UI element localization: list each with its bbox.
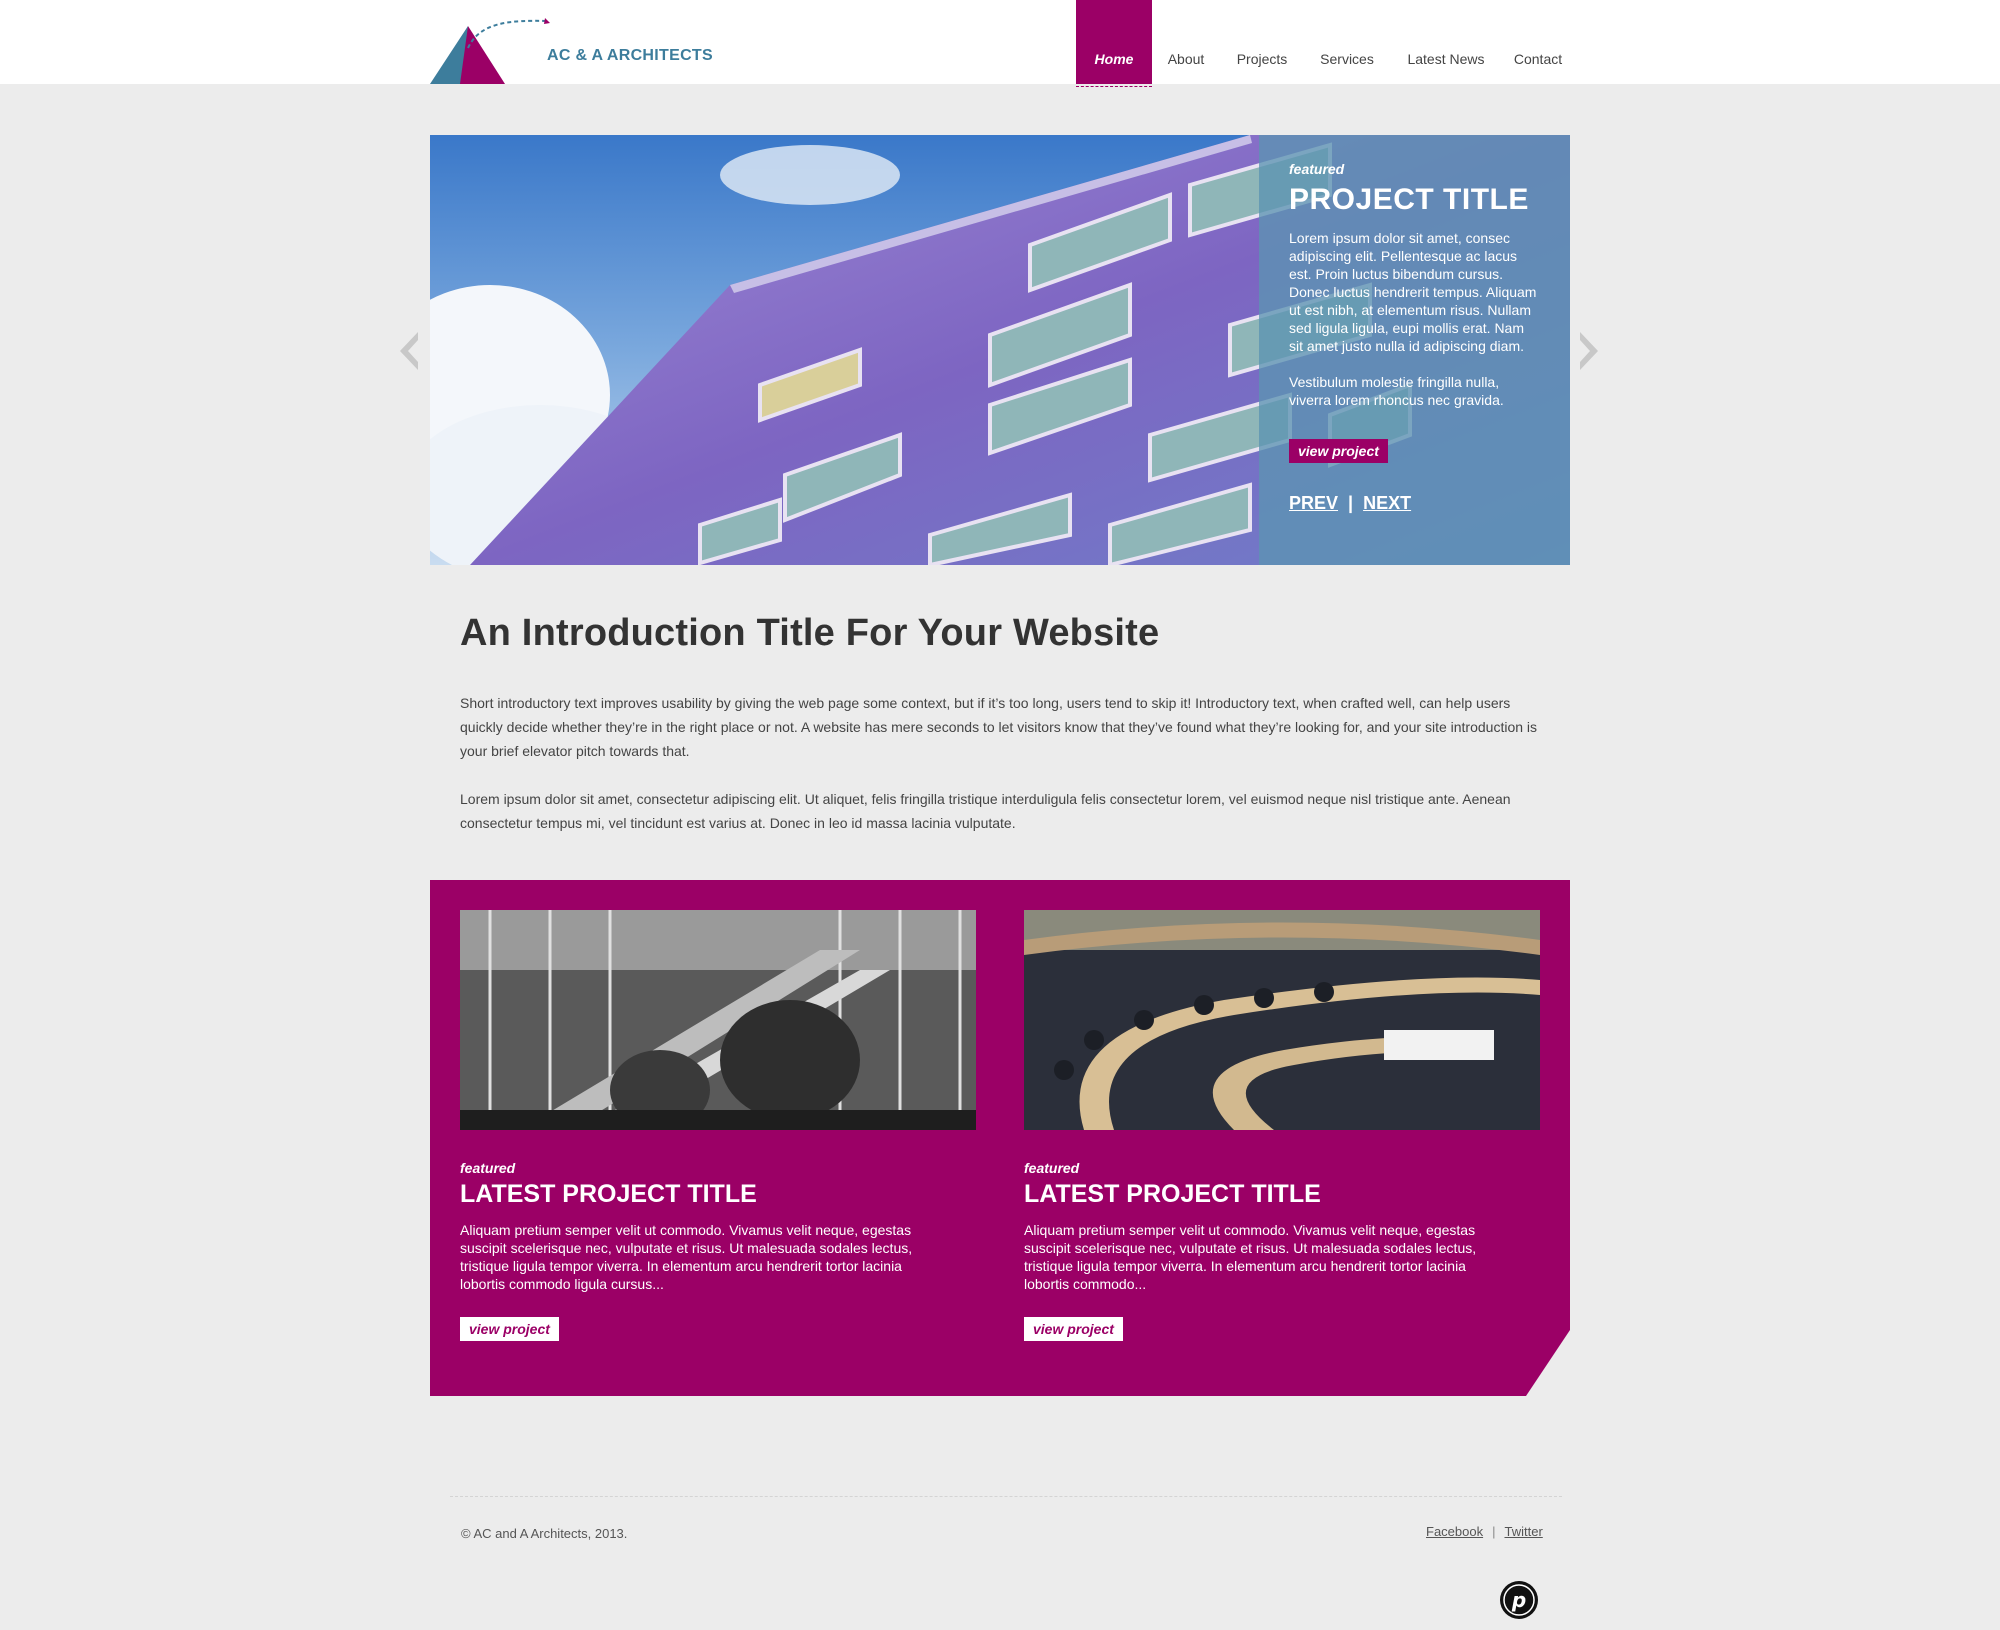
footer-divider <box>450 1496 1562 1497</box>
social-separator: | <box>1492 1524 1496 1539</box>
slide-description: Lorem ipsum dolor sit amet, consec adipi… <box>1289 230 1537 354</box>
card-featured-label: featured <box>1024 1160 1080 1176</box>
project-card: featured LATEST PROJECT TITLE Aliquam pr… <box>1024 910 1540 1341</box>
intro-paragraph-1: Short introductory text improves usabili… <box>460 695 1538 759</box>
card-title: LATEST PROJECT TITLE <box>1024 1180 1321 1208</box>
nav-about[interactable]: About <box>1152 0 1220 84</box>
slide-next-link[interactable]: NEXT <box>1363 493 1411 513</box>
main-nav: Home About Projects Services Latest News… <box>1076 0 1574 84</box>
project-image-stairs[interactable] <box>460 910 976 1130</box>
card-view-project-button[interactable]: view project <box>1024 1317 1123 1341</box>
latest-projects-section: featured LATEST PROJECT TITLE Aliquam pr… <box>430 880 1570 1396</box>
card-description: Aliquam pretium semper velit ut commodo.… <box>460 1222 913 1292</box>
card-title: LATEST PROJECT TITLE <box>460 1180 757 1208</box>
chevron-right-icon[interactable] <box>1578 330 1602 372</box>
p-badge-icon[interactable]: p <box>1499 1580 1539 1620</box>
project-image-chamber[interactable] <box>1024 910 1540 1130</box>
badge-letter: p <box>1511 1588 1526 1612</box>
nav-services[interactable]: Services <box>1304 0 1390 84</box>
slide-description-2: Vestibulum molestie fringilla nulla, viv… <box>1289 374 1504 408</box>
card-view-project-button[interactable]: view project <box>460 1317 559 1341</box>
slide-title: PROJECT TITLE <box>1289 183 1529 216</box>
social-links: Facebook | Twitter <box>1426 1524 1543 1539</box>
nav-latest-news[interactable]: Latest News <box>1390 0 1502 84</box>
chevron-left-icon[interactable] <box>396 330 420 372</box>
pager-separator: | <box>1348 493 1354 513</box>
card-featured-label: featured <box>460 1160 516 1176</box>
brand-name[interactable]: AC & A ARCHITECTS <box>547 47 713 65</box>
featured-slider: featured PROJECT TITLE Lorem ipsum dolor… <box>430 135 1570 565</box>
logo-icon[interactable] <box>430 18 550 84</box>
intro-title: An Introduction Title For Your Website <box>460 612 1160 654</box>
slide-prev-link[interactable]: PREV <box>1289 493 1338 513</box>
nav-active-underline <box>1076 86 1152 87</box>
slide-info-panel: featured PROJECT TITLE Lorem ipsum dolor… <box>1259 135 1570 565</box>
facebook-link[interactable]: Facebook <box>1426 1524 1483 1539</box>
intro-paragraph-2: Lorem ipsum dolor sit amet, consectetur … <box>460 791 1511 831</box>
slide-view-project-button[interactable]: view project <box>1289 439 1388 463</box>
nav-contact[interactable]: Contact <box>1502 0 1574 84</box>
intro-section: An Introduction Title For Your Website S… <box>460 612 1540 835</box>
site-header: AC & A ARCHITECTS Home About Projects Se… <box>0 0 2000 87</box>
nav-projects[interactable]: Projects <box>1220 0 1304 84</box>
card-description: Aliquam pretium semper velit ut commodo.… <box>1024 1222 1477 1292</box>
project-card: featured LATEST PROJECT TITLE Aliquam pr… <box>460 910 976 1341</box>
slide-pager: PREV | NEXT <box>1289 493 1540 514</box>
copyright-text: © AC and A Architects, 2013. <box>461 1526 628 1541</box>
slide-featured-label: featured <box>1289 161 1345 177</box>
twitter-link[interactable]: Twitter <box>1504 1524 1542 1539</box>
nav-home[interactable]: Home <box>1076 0 1152 84</box>
